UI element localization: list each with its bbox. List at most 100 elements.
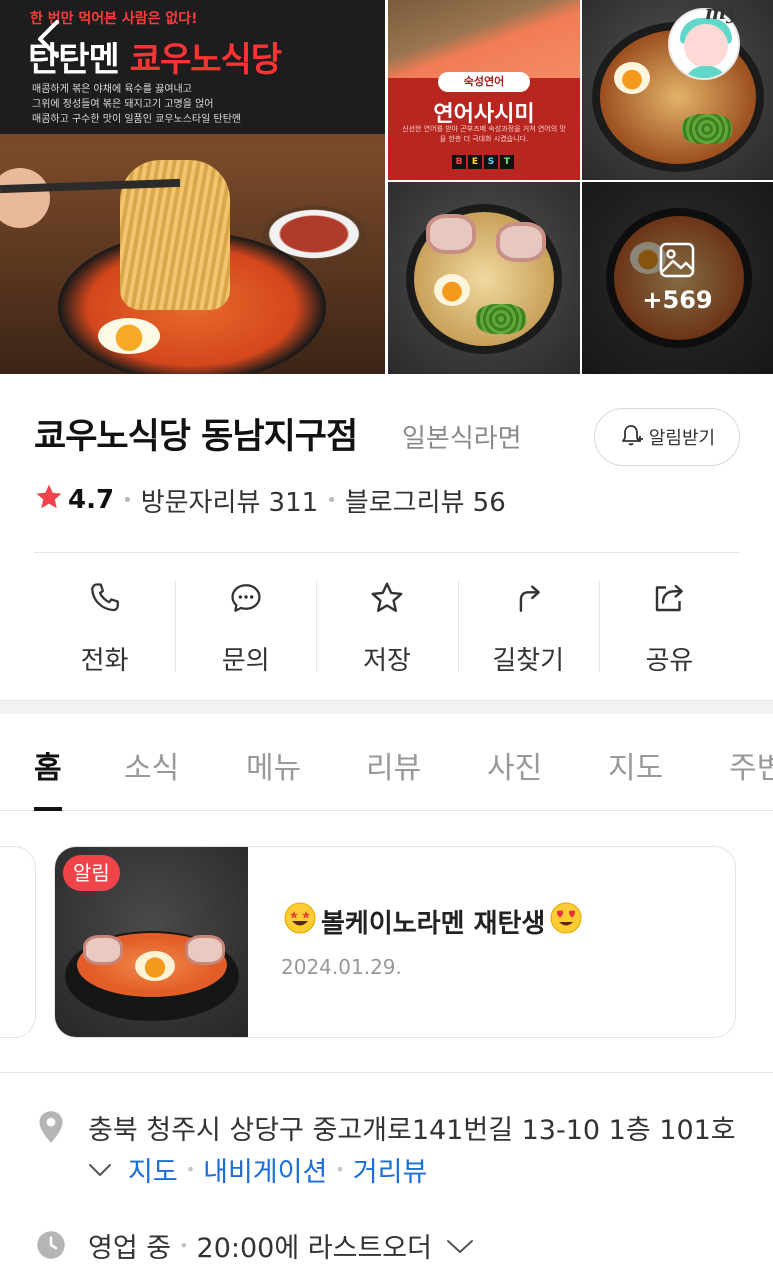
notice-date: 2024.01.29. xyxy=(281,955,402,979)
save-button[interactable]: 저장 xyxy=(316,574,457,678)
avatar-body xyxy=(684,66,728,78)
share-button[interactable]: 공유 xyxy=(598,574,740,678)
heart-eyes-emoji-icon xyxy=(549,901,583,942)
previous-card-edge[interactable] xyxy=(0,846,36,1038)
salmon-illustration xyxy=(388,0,580,78)
egg-illustration xyxy=(434,274,470,306)
pork-illustration xyxy=(426,214,476,254)
location-pin-icon xyxy=(36,1110,66,1148)
street-view-link[interactable]: 거리뷰 xyxy=(353,1150,428,1189)
chevron-down-icon xyxy=(446,1238,474,1254)
tab-reviews[interactable]: 리뷰 xyxy=(366,743,421,787)
photo-gallery: 한 번만 먹어본 사람은 없다! 탄탄멘 쿄우노식당 매콤하게 볶은 야채에 육… xyxy=(0,0,773,374)
directions-button[interactable]: 길찾기 xyxy=(457,574,599,678)
tab-home[interactable]: 홈 xyxy=(34,743,62,787)
chat-icon xyxy=(228,580,264,616)
star-struck-emoji-icon xyxy=(283,901,317,942)
avatar-face xyxy=(684,24,728,68)
blog-reviews-link[interactable]: 블로그리뷰 56 xyxy=(345,482,506,519)
salmon-subtext: 신선한 연어를 받아 곤부즈메 숙성과정을 거쳐 연어의 맛을 한층 더 극대화… xyxy=(402,125,566,143)
map-link[interactable]: 지도 xyxy=(128,1150,178,1189)
notice-title: 볼케이노라멘 재탄생 xyxy=(283,901,583,942)
more-photos-overlay[interactable]: +569 xyxy=(582,182,773,374)
best-letter: E xyxy=(468,155,482,169)
separator-dot: • xyxy=(326,489,337,511)
tab-bar: 홈 소식 메뉴 리뷰 사진 지도 주변 xyxy=(0,715,773,811)
action-label: 공유 xyxy=(645,646,694,676)
best-letter: T xyxy=(500,155,514,169)
place-category: 일본식라면 xyxy=(402,424,522,454)
call-button[interactable]: 전화 xyxy=(34,574,175,678)
egg-illustration xyxy=(135,951,175,981)
tab-map[interactable]: 지도 xyxy=(608,743,663,787)
tab-menu[interactable]: 메뉴 xyxy=(246,743,301,787)
navigation-link[interactable]: 내비게이션 xyxy=(203,1150,327,1189)
best-letter: S xyxy=(484,155,498,169)
promo-description-line: 그위에 정성들여 볶은 돼지고기 고명을 얹어 xyxy=(32,99,214,110)
best-badge: B E S T xyxy=(452,155,514,169)
rating-row: 4.7 • 방문자리뷰 311 • 블로그리뷰 56 xyxy=(34,480,506,520)
separator-dot: • xyxy=(335,1160,345,1179)
divider xyxy=(0,1072,773,1073)
my-label[interactable]: my xyxy=(705,0,738,24)
visitor-reviews-link[interactable]: 방문자리뷰 311 xyxy=(141,482,319,519)
image-icon xyxy=(659,242,695,282)
pork-illustration xyxy=(185,935,225,965)
action-label: 길찾기 xyxy=(492,646,565,676)
pork-illustration xyxy=(496,222,546,262)
business-hours[interactable]: 영업 중 • 20:00에 라스트오더 xyxy=(88,1226,474,1265)
star-icon xyxy=(369,580,405,616)
divider xyxy=(34,552,740,553)
bell-plus-icon xyxy=(619,423,643,452)
promo-description-line: 매콤하고 구수한 맛이 일품인 쿄우노스타일 탄탄멘 xyxy=(32,114,242,125)
action-label: 전화 xyxy=(80,646,129,676)
more-photos-count: +569 xyxy=(642,286,713,314)
action-label: 저장 xyxy=(363,646,411,676)
place-name: 쿄우노식당 동남지구점 xyxy=(34,417,358,457)
notice-photo: 알림 xyxy=(55,847,248,1037)
promo-description-line: 매콤하게 볶은 야채에 육수를 끓여내고 xyxy=(32,84,192,95)
notice-card[interactable]: 알림 볼케이노라멘 재탄생 2024.01.29. xyxy=(54,846,736,1038)
tab-nearby[interactable]: 주변 xyxy=(729,743,773,787)
ramen-photo-2[interactable] xyxy=(388,182,580,374)
notify-label: 알림받기 xyxy=(648,428,716,449)
best-letter: B xyxy=(452,155,466,169)
address-links: 지도 • 내비게이션 • 거리뷰 xyxy=(88,1150,427,1189)
hand-illustration xyxy=(0,168,50,228)
business-status: 영업 중 xyxy=(88,1233,172,1264)
pork-illustration xyxy=(83,935,123,965)
last-order-text: 20:00에 라스트오더 xyxy=(196,1233,432,1264)
separator-dot: • xyxy=(179,1236,189,1255)
notice-title-text: 볼케이노라멘 재탄생 xyxy=(321,909,546,939)
phone-icon xyxy=(87,580,123,616)
promo-headline-red: 쿄우노식당 xyxy=(129,40,282,80)
notice-badge: 알림 xyxy=(63,855,120,891)
egg-illustration xyxy=(98,318,160,354)
notify-button[interactable]: 알림받기 xyxy=(594,408,740,466)
star-filled-icon xyxy=(34,482,64,519)
directions-icon xyxy=(510,580,546,616)
action-label: 문의 xyxy=(221,646,270,676)
promo-description: 매콤하게 볶은 야채에 육수를 끓여내고 그위에 정성들여 볶은 돼지고기 고명… xyxy=(32,82,362,127)
separator-dot: • xyxy=(185,1160,196,1179)
egg-illustration xyxy=(614,62,650,94)
inquiry-button[interactable]: 문의 xyxy=(175,574,316,678)
share-icon xyxy=(651,580,687,616)
active-tab-indicator xyxy=(34,807,62,811)
chevron-left-icon xyxy=(35,18,61,64)
ramen-bowl-illustration xyxy=(406,204,562,354)
separator-dot: • xyxy=(122,489,133,511)
chevron-down-icon[interactable] xyxy=(88,1162,112,1178)
rating-score: 4.7 xyxy=(68,485,115,515)
clock-icon xyxy=(36,1230,66,1264)
tab-photos[interactable]: 사진 xyxy=(487,743,542,787)
salmon-photo[interactable]: 숙성연어 연어사시미 신선한 연어를 받아 곤부즈메 숙성과정을 거쳐 연어의 … xyxy=(388,0,580,180)
back-button[interactable] xyxy=(30,18,66,64)
scallion-illustration xyxy=(682,114,732,144)
scallion-illustration xyxy=(476,304,526,334)
salmon-pill: 숙성연어 xyxy=(438,72,530,92)
section-gap xyxy=(0,700,773,714)
action-bar: 전화 문의 저장 길찾기 공유 xyxy=(34,574,740,678)
tab-news[interactable]: 소식 xyxy=(124,743,179,787)
address-text: 충북 청주시 상당구 중고개로141번길 13-10 1층 101호 xyxy=(88,1115,736,1146)
